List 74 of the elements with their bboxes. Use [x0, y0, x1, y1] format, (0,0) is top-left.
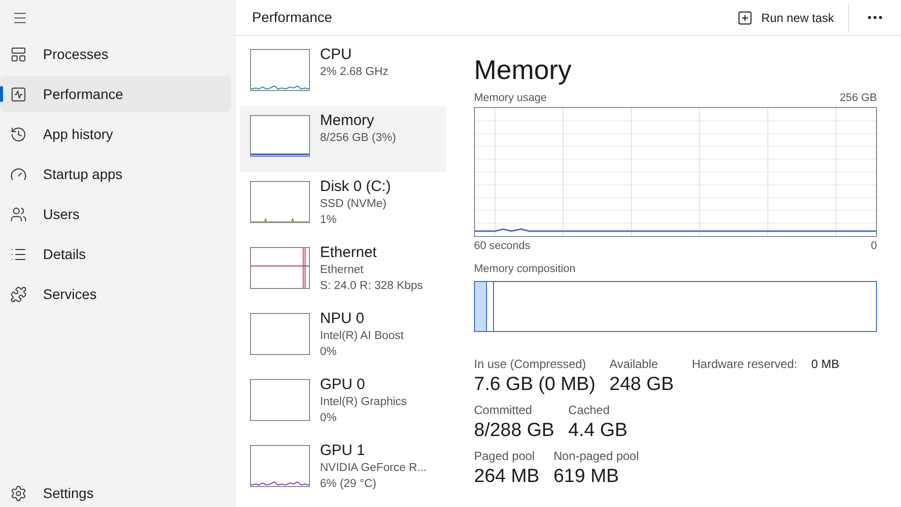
page-title: Performance — [252, 8, 332, 27]
settings-icon — [10, 484, 27, 502]
device-detail: Ethernet — [320, 263, 364, 278]
puzzle-icon — [10, 286, 27, 302]
composition-label: Memory composition — [474, 262, 576, 277]
device-item[interactable]: CPU 2% 2.68 GHz — [240, 40, 446, 106]
settings-button[interactable]: Settings — [0, 481, 236, 505]
sparkline-graph — [250, 49, 310, 91]
new-task-icon — [737, 10, 754, 26]
panels-icon — [10, 46, 27, 62]
stat-label: Hardware reserved: — [692, 356, 798, 372]
device-item[interactable]: Ethernet Ethernet S: 24.0 R: 328 Kbps — [240, 238, 446, 304]
device-item[interactable]: GPU 1 NVIDIA GeForce R... 6% (29 °C) — [240, 436, 446, 502]
device-detail: Intel(R) AI Boost — [320, 329, 404, 344]
stat-value: 248 GB — [609, 372, 674, 396]
device-name: GPU 0 — [320, 376, 366, 394]
device-detail: Intel(R) Graphics — [320, 395, 407, 410]
device-name: NPU 0 — [320, 310, 366, 328]
sidebar-item[interactable]: Performance — [0, 76, 231, 112]
sidebar-item[interactable]: App history — [0, 116, 231, 152]
sparkline-graph — [250, 181, 310, 223]
sparkline-graph — [250, 313, 310, 355]
chart-min-label: 0 — [870, 238, 877, 254]
device-name: CPU — [320, 46, 353, 64]
gauge-icon — [10, 166, 27, 182]
device-name: Memory — [320, 112, 376, 130]
sidebar-item[interactable]: Startup apps — [0, 156, 231, 192]
stat-label: Non-paged pool — [553, 448, 639, 464]
stat-label: Available — [609, 356, 659, 372]
stat-value: 4.4 GB — [568, 418, 628, 442]
time-span-label: 60 seconds — [474, 238, 530, 254]
device-detail: 0% — [320, 345, 338, 360]
sparkline-graph — [250, 379, 310, 421]
stat-label: In use (Compressed) — [474, 356, 588, 372]
device-item[interactable]: Memory 8/256 GB (3%) — [240, 106, 446, 172]
stat-label: Cached — [568, 402, 611, 418]
stat-value: 619 MB — [553, 464, 620, 488]
sparkline-graph — [250, 247, 310, 289]
device-detail: S: 24.0 R: 328 Kbps — [320, 279, 423, 294]
stat-value: 0 MB — [811, 356, 840, 372]
chart-max-label: 256 GB — [840, 91, 877, 106]
more-icon — [868, 16, 882, 19]
sidebar-item[interactable]: Processes — [0, 36, 231, 72]
device-detail: SSD (NVMe) — [320, 197, 388, 212]
memory-heading: Memory — [474, 54, 573, 86]
sidebar-item[interactable]: Users — [0, 196, 231, 232]
device-name: Ethernet — [320, 244, 378, 262]
chart-label: Memory usage — [474, 91, 547, 106]
history-icon — [10, 126, 27, 142]
stat-label: Committed — [474, 402, 534, 418]
device-item[interactable]: NPU 0 Intel(R) AI Boost 0% — [240, 304, 446, 370]
sparkline-graph — [250, 115, 310, 157]
users-icon — [10, 206, 27, 222]
selection-indicator — [0, 86, 3, 102]
stat-value: 264 MB — [474, 464, 540, 488]
device-name: GPU 1 — [320, 442, 366, 460]
run-new-task-button[interactable]: Run new task — [737, 4, 846, 32]
device-detail: NVIDIA GeForce R... — [320, 461, 427, 476]
sidebar-item[interactable]: Services — [0, 276, 231, 312]
stat-value: 7.6 GB (0 MB) — [474, 372, 596, 396]
device-name: Disk 0 (C:) — [320, 178, 391, 196]
device-detail: 2% 2.68 GHz — [320, 65, 388, 80]
device-item[interactable]: GPU 0 Intel(R) Graphics 0% — [240, 370, 446, 436]
activity-icon — [10, 86, 27, 102]
stat-value: 8/288 GB — [474, 418, 554, 442]
sparkline-graph — [250, 445, 310, 487]
menu-icon — [12, 10, 28, 26]
device-detail: 1% — [320, 213, 338, 228]
device-detail: 6% (29 °C) — [320, 477, 378, 492]
device-detail: 0% — [320, 411, 338, 426]
sidebar-item[interactable]: Details — [0, 236, 231, 272]
device-item[interactable]: Disk 0 (C:) SSD (NVMe) 1% — [240, 172, 446, 238]
device-detail: 8/256 GB (3%) — [320, 131, 396, 146]
stat-label: Paged pool — [474, 448, 536, 464]
